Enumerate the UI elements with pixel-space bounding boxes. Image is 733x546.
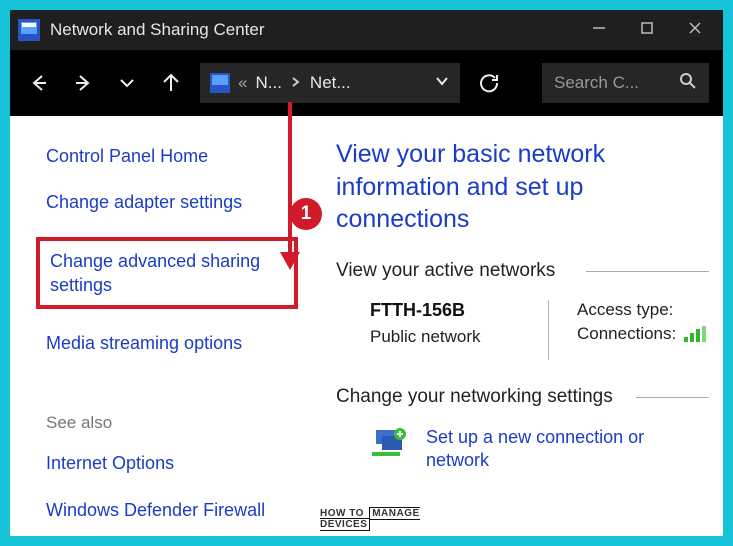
- main-pane: View your basic network information and …: [310, 116, 723, 536]
- breadcrumb-seg[interactable]: Net...: [310, 73, 351, 93]
- address-bar[interactable]: « N... Net...: [200, 63, 460, 103]
- control-panel-icon: [18, 19, 40, 41]
- section-label: Change your networking settings: [336, 386, 613, 407]
- window: Network and Sharing Center: [10, 10, 723, 536]
- active-network-row: FTTH-156B Public network Access type: Co…: [370, 300, 709, 360]
- vertical-divider: [548, 300, 549, 360]
- content-area: Control Panel Home Change adapter settin…: [10, 116, 723, 536]
- access-type-label: Access type:: [577, 300, 673, 320]
- window-title: Network and Sharing Center: [50, 20, 589, 40]
- titlebar: Network and Sharing Center: [10, 10, 723, 50]
- window-controls: [589, 20, 705, 41]
- nav-toolbar: « N... Net... Search C...: [10, 50, 723, 116]
- breadcrumb-sep: «: [238, 73, 247, 93]
- search-icon: [679, 72, 697, 95]
- search-input[interactable]: Search C...: [542, 63, 709, 103]
- setup-connection-icon: [370, 426, 412, 460]
- back-button[interactable]: [24, 68, 54, 98]
- link-control-panel-home[interactable]: Control Panel Home: [46, 144, 292, 168]
- section-label: View your active networks: [336, 260, 555, 281]
- link-windows-defender-firewall[interactable]: Windows Defender Firewall: [46, 498, 292, 522]
- link-change-advanced-sharing-settings[interactable]: Change advanced sharing settings: [36, 237, 298, 310]
- chevron-right-icon: [290, 73, 302, 93]
- close-button[interactable]: [685, 20, 705, 41]
- chevron-down-icon[interactable]: [434, 73, 450, 94]
- see-also-header: See also: [46, 413, 292, 433]
- wifi-signal-icon[interactable]: [684, 326, 706, 342]
- watermark: HOW TO MANAGEDEVICES: [320, 508, 420, 530]
- breadcrumb-seg[interactable]: N...: [255, 73, 281, 93]
- refresh-button[interactable]: [474, 68, 504, 98]
- link-change-adapter-settings[interactable]: Change adapter settings: [46, 190, 292, 214]
- connections-label: Connections:: [577, 324, 676, 344]
- link-internet-options[interactable]: Internet Options: [46, 451, 292, 475]
- search-placeholder: Search C...: [554, 73, 639, 93]
- divider: [586, 271, 709, 272]
- section-active-networks: View your active networks: [336, 260, 709, 282]
- setup-connection-item: Set up a new connection or network: [370, 426, 709, 473]
- divider: [636, 397, 709, 398]
- up-button[interactable]: [156, 68, 186, 98]
- network-name: FTTH-156B: [370, 300, 520, 321]
- page-title: View your basic network information and …: [336, 138, 676, 236]
- minimize-button[interactable]: [589, 20, 609, 41]
- maximize-button[interactable]: [637, 20, 657, 41]
- sidebar: Control Panel Home Change adapter settin…: [10, 116, 310, 536]
- link-setup-new-connection[interactable]: Set up a new connection or network: [426, 426, 686, 473]
- control-panel-icon: [210, 73, 230, 93]
- forward-button[interactable]: [68, 68, 98, 98]
- network-type: Public network: [370, 327, 520, 347]
- section-change-settings: Change your networking settings: [336, 386, 709, 408]
- link-media-streaming-options[interactable]: Media streaming options: [46, 331, 292, 355]
- recent-dropdown[interactable]: [112, 68, 142, 98]
